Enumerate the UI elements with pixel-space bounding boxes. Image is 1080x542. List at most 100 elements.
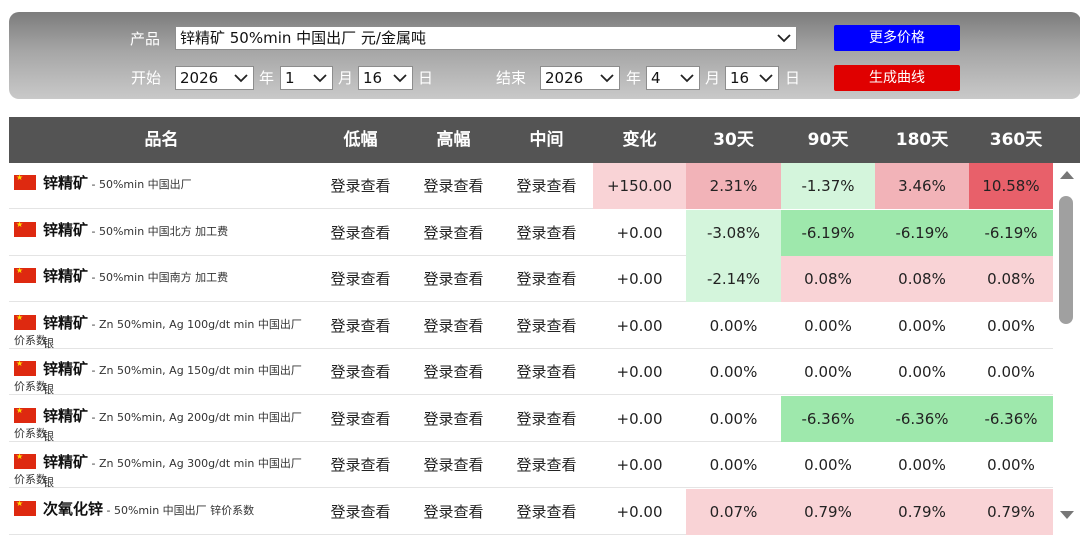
- product-name[interactable]: 次氧化锌 - 50%min 中国出厂 锌价系数: [43, 498, 254, 519]
- product-separator: -: [88, 318, 99, 331]
- china-flag-icon: [14, 452, 36, 469]
- high-cell[interactable]: 登录查看: [407, 442, 500, 488]
- mid-cell[interactable]: 登录查看: [500, 396, 593, 442]
- start-label: 开始: [131, 69, 162, 87]
- low-cell[interactable]: 登录查看: [314, 210, 407, 256]
- low-cell[interactable]: 登录查看: [314, 396, 407, 442]
- product-separator: -: [88, 364, 99, 377]
- product-spec: 50%min 中国出厂 锌价系数: [113, 504, 255, 517]
- mid-cell[interactable]: 登录查看: [500, 256, 593, 302]
- change-cell: +0.00: [616, 503, 663, 521]
- header-360d: 360天: [989, 130, 1043, 150]
- change-cell: +0.00: [616, 363, 663, 381]
- mid-cell[interactable]: 登录查看: [500, 210, 593, 256]
- change-90d-cell: 0.79%: [781, 489, 875, 535]
- product-title: 锌精矿: [43, 360, 89, 378]
- china-flag-icon: [14, 359, 36, 376]
- product-title: 锌精矿: [43, 453, 89, 471]
- scroll-up-arrow-icon[interactable]: [1060, 171, 1074, 179]
- product-name[interactable]: 锌精矿 - 50%min 中国北方 加工费: [43, 219, 228, 240]
- scroll-down-arrow-icon[interactable]: [1060, 511, 1074, 519]
- product-name-cell[interactable]: 锌精矿 - Zn 50%min, Ag 100g/dt min 中国出厂 银价系…: [9, 303, 312, 349]
- end-year-select[interactable]: 2026: [540, 66, 620, 90]
- change-30d-cell: 0.00%: [709, 456, 758, 474]
- change-30d-cell: -2.14%: [686, 256, 781, 302]
- product-select[interactable]: 锌精矿 50%min 中国出厂 元/金属吨: [175, 26, 797, 50]
- end-month-select[interactable]: 4: [646, 66, 700, 90]
- product-name-cell[interactable]: 锌精矿 - 50%min 中国出厂: [9, 163, 312, 209]
- chevron-down-icon: [680, 74, 694, 83]
- product-name-cell[interactable]: 锌精矿 - 50%min 中国北方 加工费: [9, 210, 312, 256]
- change-90d-cell: 0.00%: [804, 456, 852, 474]
- change-90d-cell: 0.08%: [781, 256, 875, 302]
- chevron-down-icon: [234, 74, 248, 83]
- header-90d: 90天: [807, 130, 849, 150]
- high-cell[interactable]: 登录查看: [407, 256, 500, 302]
- header-180d: 180天: [895, 130, 949, 150]
- start-day-select[interactable]: 16: [358, 66, 413, 90]
- high-cell[interactable]: 登录查看: [407, 349, 500, 395]
- change-180d-cell: 0.00%: [898, 363, 946, 381]
- change-360d-cell: 10.58%: [969, 163, 1053, 209]
- start-day-value: 16: [363, 69, 383, 87]
- high-cell[interactable]: 登录查看: [407, 489, 500, 535]
- high-cell[interactable]: 登录查看: [407, 303, 500, 349]
- mid-cell[interactable]: 登录查看: [500, 442, 593, 488]
- mid-cell[interactable]: 登录查看: [500, 163, 593, 209]
- scrollbar-thumb[interactable]: [1059, 196, 1073, 324]
- product-name-cell[interactable]: 次氧化锌 - 50%min 中国出厂 锌价系数: [9, 489, 312, 535]
- low-cell[interactable]: 登录查看: [314, 489, 407, 535]
- change-360d-cell: 0.00%: [987, 363, 1035, 381]
- product-name-cell[interactable]: 锌精矿 - Zn 50%min, Ag 300g/dt min 中国出厂 银价系…: [9, 442, 312, 488]
- change-360d-cell: -6.19%: [969, 210, 1053, 256]
- low-cell[interactable]: 登录查看: [314, 349, 407, 395]
- filter-panel: 产品 锌精矿 50%min 中国出厂 元/金属吨 更多价格 开始 2026 年 …: [9, 12, 1080, 99]
- change-30d-cell: 0.00%: [709, 363, 758, 381]
- product-name-cell[interactable]: 锌精矿 - Zn 50%min, Ag 150g/dt min 中国出厂 银价系…: [9, 349, 312, 395]
- change-30d-cell: 2.31%: [686, 163, 781, 209]
- table-scrollbar[interactable]: [1057, 163, 1077, 533]
- header-change: 变化: [622, 130, 657, 150]
- product-name[interactable]: 锌精矿 - 50%min 中国南方 加工费: [43, 265, 228, 286]
- change-360d-cell: 0.79%: [969, 489, 1053, 535]
- product-name[interactable]: 锌精矿 - 50%min 中国出厂: [43, 172, 192, 193]
- low-cell[interactable]: 登录查看: [314, 163, 407, 209]
- start-year-value: 2026: [180, 69, 219, 87]
- chevron-down-icon: [759, 74, 773, 83]
- mid-cell[interactable]: 登录查看: [500, 303, 593, 349]
- high-cell[interactable]: 登录查看: [407, 396, 500, 442]
- header-high: 高幅: [436, 130, 471, 150]
- product-separator: -: [88, 225, 99, 238]
- header-30d: 30天: [713, 130, 754, 150]
- low-cell[interactable]: 登录查看: [314, 303, 407, 349]
- table-row: 锌精矿 - Zn 50%min, Ag 200g/dt min 中国出厂 银价系…: [9, 396, 1053, 442]
- change-180d-cell: -6.19%: [875, 210, 969, 256]
- mid-cell[interactable]: 登录查看: [500, 489, 593, 535]
- header-mid: 中间: [529, 130, 564, 150]
- product-name[interactable]: 锌精矿 - Zn 50%min, Ag 100g/dt min 中国出厂 银: [43, 312, 312, 349]
- product-separator: -: [88, 178, 99, 191]
- low-cell[interactable]: 登录查看: [314, 442, 407, 488]
- high-cell[interactable]: 登录查看: [407, 163, 500, 209]
- change-360d-cell: -6.36%: [969, 396, 1053, 442]
- product-name-cell[interactable]: 锌精矿 - Zn 50%min, Ag 200g/dt min 中国出厂 银价系…: [9, 396, 312, 442]
- more-prices-button[interactable]: 更多价格: [834, 25, 960, 51]
- end-year-value: 2026: [545, 69, 584, 87]
- mid-cell[interactable]: 登录查看: [500, 349, 593, 395]
- start-month-select[interactable]: 1: [280, 66, 333, 90]
- china-flag-icon: [14, 220, 36, 237]
- low-cell[interactable]: 登录查看: [314, 256, 407, 302]
- high-cell[interactable]: 登录查看: [407, 210, 500, 256]
- product-name[interactable]: 锌精矿 - Zn 50%min, Ag 200g/dt min 中国出厂 银: [43, 405, 312, 442]
- change-90d-cell: -6.19%: [781, 210, 875, 256]
- table-row: 锌精矿 - Zn 50%min, Ag 300g/dt min 中国出厂 银价系…: [9, 442, 1053, 488]
- start-year-select[interactable]: 2026: [175, 66, 254, 90]
- product-name[interactable]: 锌精矿 - Zn 50%min, Ag 150g/dt min 中国出厂 银: [43, 358, 312, 395]
- product-name[interactable]: 锌精矿 - Zn 50%min, Ag 300g/dt min 中国出厂 银: [43, 451, 312, 488]
- start-month-value: 1: [285, 69, 295, 87]
- product-name-cell[interactable]: 锌精矿 - 50%min 中国南方 加工费: [9, 256, 312, 302]
- end-day-select[interactable]: 16: [725, 66, 779, 90]
- generate-curve-button[interactable]: 生成曲线: [834, 65, 960, 91]
- product-label: 产品: [130, 30, 161, 48]
- product-spec: 50%min 中国出厂: [98, 178, 192, 191]
